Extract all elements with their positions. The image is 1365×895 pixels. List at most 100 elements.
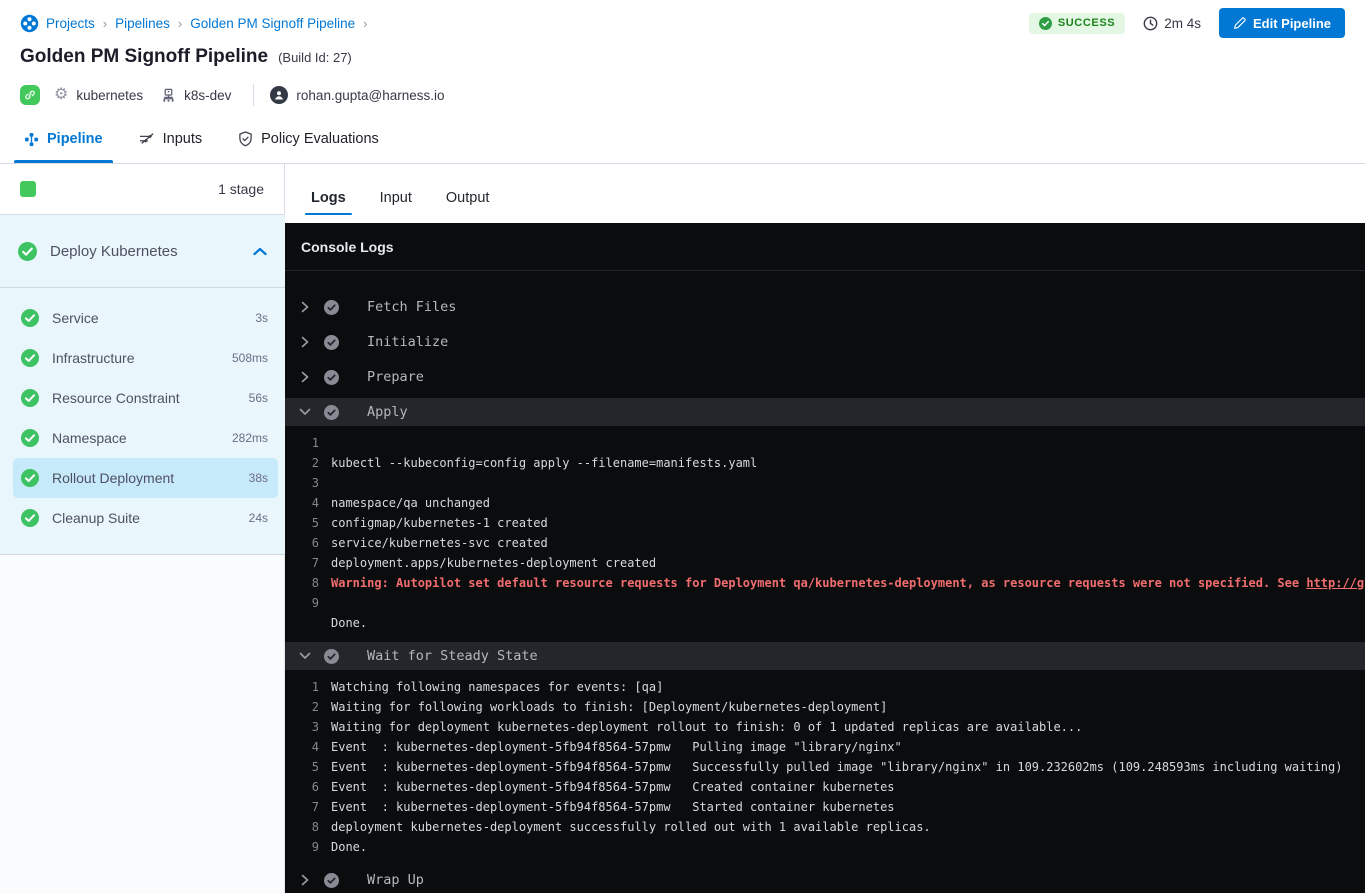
log-line: 4Event : kubernetes-deployment-5fb94f856… <box>285 737 1365 757</box>
step-duration: 56s <box>249 391 268 405</box>
page-title: Golden PM Signoff Pipeline <box>20 46 268 68</box>
log-line: 7deployment.apps/kubernetes-deployment c… <box>285 553 1365 573</box>
stage-name: Deploy Kubernetes <box>50 243 240 260</box>
step-name: Rollout Deployment <box>52 470 236 486</box>
breadcrumb-link[interactable]: Pipelines <box>115 16 170 31</box>
step-resource-constraint[interactable]: Resource Constraint 56s <box>13 378 278 418</box>
section-success-icon <box>324 300 339 315</box>
step-rollout-deployment[interactable]: Rollout Deployment 38s <box>13 458 278 498</box>
step-infrastructure[interactable]: Infrastructure508ms <box>13 338 278 378</box>
service-meta[interactable]: ⚙ kubernetes <box>54 87 143 103</box>
line-number: 2 <box>295 456 319 470</box>
harness-logo-icon[interactable] <box>20 14 39 33</box>
line-number: 3 <box>295 720 319 734</box>
tab-input[interactable]: Input <box>380 190 412 223</box>
log-link[interactable]: http://g <box>1306 576 1364 590</box>
breadcrumb-link[interactable]: Golden PM Signoff Pipeline <box>190 16 355 31</box>
log-section-wrap-up[interactable]: Wrap Up <box>285 866 1365 893</box>
step-name: Service <box>52 310 242 326</box>
page-header: Projects › Pipelines › Golden PM Signoff Pip… <box>0 0 1365 108</box>
duration-value: 2m 4s <box>1164 16 1201 31</box>
environment-meta[interactable]: k8s-dev <box>161 88 231 103</box>
breadcrumb-link[interactable]: Projects <box>46 16 95 31</box>
pipeline-duration: 2m 4s <box>1143 16 1201 31</box>
line-number: 8 <box>295 576 319 590</box>
chevron-right-icon[interactable] <box>296 336 314 348</box>
step-namespace[interactable]: Namespace 282ms <box>13 418 278 458</box>
log-line: 1Watching following namespaces for event… <box>285 677 1365 697</box>
line-number: 7 <box>295 800 319 814</box>
step-name: Namespace <box>52 430 219 446</box>
section-title: Initialize <box>367 334 448 350</box>
log-line: 3 <box>285 473 1365 493</box>
log-line: 6Event : kubernetes-deployment-5fb94f856… <box>285 777 1365 797</box>
log-line: 8deployment kubernetes-deployment succes… <box>285 817 1365 837</box>
log-line: 2Waiting for following workloads to fini… <box>285 697 1365 717</box>
step-duration: 282ms <box>232 431 268 445</box>
user-meta: rohan.gupta@harness.io <box>270 86 444 104</box>
section-success-icon <box>324 335 339 350</box>
line-number: 4 <box>295 496 319 510</box>
stage-deploy-kubernetes[interactable]: Deploy Kubernetes <box>0 215 285 288</box>
edit-pipeline-button[interactable]: Edit Pipeline <box>1219 8 1345 38</box>
step-success-icon <box>21 309 39 327</box>
stage-minimap-square[interactable] <box>20 181 36 197</box>
tab-output[interactable]: Output <box>446 190 490 223</box>
tab-inputs[interactable]: Inputs <box>139 131 203 163</box>
tab-policy-evaluations[interactable]: Policy Evaluations <box>238 131 379 163</box>
status-check-icon <box>1039 17 1052 30</box>
step-success-icon <box>21 389 39 407</box>
step-duration: 508ms <box>232 351 268 365</box>
pipeline-icon <box>24 132 39 147</box>
log-line: 8Warning: Autopilot set default resource… <box>285 573 1365 593</box>
section-title: Apply <box>367 404 408 420</box>
chevron-down-icon[interactable] <box>296 407 314 417</box>
inputs-icon <box>139 132 155 146</box>
step-success-icon <box>21 349 39 367</box>
sidebar-empty-area <box>0 555 285 893</box>
status-label: SUCCESS <box>1058 17 1115 29</box>
execution-sidebar: 1 stage Deploy Kubernetes Service3sInfra… <box>0 164 285 893</box>
log-line: 5Event : kubernetes-deployment-5fb94f856… <box>285 757 1365 777</box>
log-text: Done. <box>331 616 367 630</box>
log-section-prepare[interactable]: Prepare <box>285 363 1365 391</box>
section-success-icon <box>324 873 339 888</box>
log-section-fetch-files[interactable]: Fetch Files <box>285 293 1365 321</box>
section-success-icon <box>324 370 339 385</box>
tab-policy-label: Policy Evaluations <box>261 131 379 147</box>
log-text: kubectl --kubeconfig=config apply --file… <box>331 456 757 470</box>
log-text: namespace/qa unchanged <box>331 496 490 510</box>
step-name: Cleanup Suite <box>52 510 236 526</box>
chevron-up-icon[interactable] <box>253 247 267 256</box>
step-duration: 38s <box>249 471 268 485</box>
tab-logs[interactable]: Logs <box>311 190 346 223</box>
step-cleanup-suite[interactable]: Cleanup Suite24s <box>13 498 278 538</box>
chevron-right-icon[interactable] <box>296 301 314 313</box>
log-view-tabs: Logs Input Output <box>285 164 1365 223</box>
step-name: Resource Constraint <box>52 390 236 406</box>
line-number: 3 <box>295 476 319 490</box>
log-section-apply[interactable]: Apply <box>285 398 1365 426</box>
log-section-wait-for-steady-state[interactable]: Wait for Steady State <box>285 642 1365 670</box>
log-line: 7Event : kubernetes-deployment-5fb94f856… <box>285 797 1365 817</box>
log-line: 3 Waiting for deployment kubernetes-deplo… <box>285 717 1365 737</box>
step-service[interactable]: Service3s <box>13 298 278 338</box>
log-line: 9 <box>285 593 1365 613</box>
log-text: Done. <box>331 840 367 854</box>
console-log-area[interactable]: Fetch FilesInitializePrepareApply12kubec… <box>285 271 1365 893</box>
log-line: 2 kubectl --kubeconfig=config apply --fil… <box>285 453 1365 473</box>
chevron-right-icon[interactable] <box>296 371 314 383</box>
breadcrumb-separator: › <box>362 16 368 31</box>
chevron-right-icon[interactable] <box>296 874 314 886</box>
step-success-icon <box>21 509 39 527</box>
kubernetes-icon: ⚙ <box>54 87 68 103</box>
log-text: Waiting for deployment kubernetes-deploy… <box>331 720 1082 734</box>
log-lines: 1Watching following namespaces for event… <box>285 674 1365 866</box>
section-title: Wait for Steady State <box>367 648 538 664</box>
chevron-down-icon[interactable] <box>296 651 314 661</box>
log-section-initialize[interactable]: Initialize <box>285 328 1365 356</box>
line-number: 2 <box>295 700 319 714</box>
line-number: 6 <box>295 780 319 794</box>
breadcrumb-separator: › <box>102 16 108 31</box>
tab-pipeline[interactable]: Pipeline <box>24 131 103 163</box>
